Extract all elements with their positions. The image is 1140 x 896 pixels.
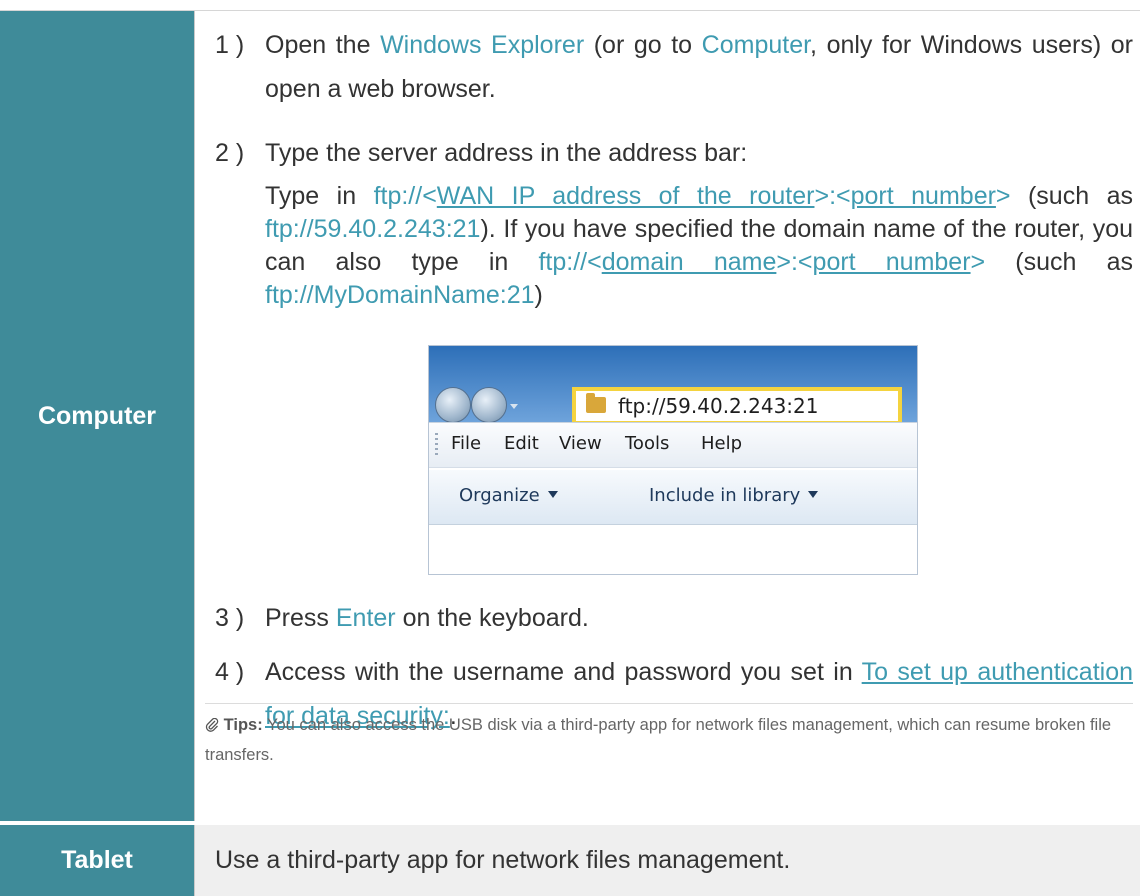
tips-note: Tips: You can also access the USB disk v… xyxy=(205,703,1133,770)
step-2-number: 2 ) xyxy=(215,139,245,167)
tablet-row: Tablet Use a third-party app for network… xyxy=(0,823,1140,896)
ftp-example-domain: ftp://MyDomainName:21 xyxy=(265,281,535,309)
wan-ip-link[interactable]: WAN IP address of the router xyxy=(437,182,815,210)
step-3-number: 3 ) xyxy=(215,604,245,632)
grip-icon xyxy=(435,433,438,457)
ftp-part: ftp://< xyxy=(538,248,602,276)
menu-tools[interactable]: Tools xyxy=(625,433,669,454)
step-3-part: on the keyboard. xyxy=(395,604,589,632)
explorer-screenshot: ftp://59.40.2.243:21 File Edit View Tool… xyxy=(428,345,918,575)
address-bar[interactable]: ftp://59.40.2.243:21 xyxy=(572,387,902,425)
tablet-label: Tablet xyxy=(0,825,194,896)
tips-label: Tips: xyxy=(223,716,263,734)
ftp-template-1: ftp://<WAN IP address of the router>:<po… xyxy=(374,182,1011,210)
back-arrow-icon[interactable] xyxy=(435,387,471,423)
step-4-number: 4 ) xyxy=(215,658,245,686)
step-2: 2 ) Type the server address in the addre… xyxy=(215,131,1133,175)
paperclip-icon xyxy=(205,718,219,732)
access-methods-table: Computer 1 ) Open the Windows Explorer (… xyxy=(0,10,1140,896)
step-1-text: Open the Windows Explorer (or go to Comp… xyxy=(265,23,1133,111)
menu-view[interactable]: View xyxy=(559,433,602,454)
detail-part: ) xyxy=(534,281,543,309)
tips-text: You can also access the USB disk via a t… xyxy=(205,716,1112,764)
folder-icon xyxy=(586,393,606,413)
history-dropdown-icon[interactable] xyxy=(510,404,518,409)
include-in-library-button[interactable]: Include in library xyxy=(649,485,819,506)
step-1-number: 1 ) xyxy=(215,31,245,59)
step-1: 1 ) Open the Windows Explorer (or go to … xyxy=(215,23,1133,111)
step-1-part: (or go to xyxy=(584,31,702,59)
dropdown-arrow-icon xyxy=(808,491,819,498)
domain-name-link[interactable]: domain name xyxy=(602,248,777,276)
step-4-part: Access with the username and password yo… xyxy=(265,658,862,686)
organize-label: Organize xyxy=(459,485,540,506)
menu-file[interactable]: File xyxy=(451,433,481,454)
ftp-part: > xyxy=(995,182,1011,210)
ftp-part: >:< xyxy=(776,248,813,276)
detail-part: (such as xyxy=(985,248,1133,276)
step-2-text: Type the server address in the address b… xyxy=(265,139,748,167)
step-1-part: Open the xyxy=(265,31,381,59)
computer-instructions: 1 ) Open the Windows Explorer (or go to … xyxy=(194,11,1140,821)
address-text: ftp://59.40.2.243:21 xyxy=(618,394,819,418)
ftp-example-ip: ftp://59.40.2.243:21 xyxy=(265,215,481,243)
ftp-part: ftp://< xyxy=(373,182,437,210)
computer-term: Computer xyxy=(701,31,811,59)
detail-part: Type in xyxy=(265,182,374,210)
ftp-part: > xyxy=(970,248,986,276)
organize-button[interactable]: Organize xyxy=(459,485,558,506)
explorer-content-area xyxy=(429,525,917,574)
step-3-text: Press Enter on the keyboard. xyxy=(265,596,1133,640)
step-3-part: Press xyxy=(265,604,336,632)
computer-label: Computer xyxy=(0,11,194,821)
command-bar: Organize Include in library xyxy=(429,470,917,525)
include-in-library-label: Include in library xyxy=(649,485,801,506)
step-2-detail: Type in ftp://<WAN IP address of the rou… xyxy=(265,180,1133,312)
ftp-part: >:< xyxy=(814,182,851,210)
explorer-title-bar: ftp://59.40.2.243:21 xyxy=(429,346,917,425)
enter-key-term: Enter xyxy=(335,604,396,632)
tablet-text: Use a third-party app for network files … xyxy=(215,846,791,874)
port-number-link-2[interactable]: port number xyxy=(813,248,971,276)
ftp-template-2: ftp://<domain name>:<port number> xyxy=(538,248,985,276)
windows-explorer-term: Windows Explorer xyxy=(380,31,585,59)
forward-arrow-icon[interactable] xyxy=(471,387,507,423)
dropdown-arrow-icon xyxy=(547,491,558,498)
tablet-instructions: Use a third-party app for network files … xyxy=(194,825,1140,896)
step-3: 3 ) Press Enter on the keyboard. xyxy=(215,596,1133,640)
menu-bar: File Edit View Tools Help xyxy=(429,422,917,468)
detail-part: (such as xyxy=(1010,182,1133,210)
menu-edit[interactable]: Edit xyxy=(504,433,539,454)
port-number-link[interactable]: port number xyxy=(851,182,996,210)
computer-row: Computer 1 ) Open the Windows Explorer (… xyxy=(0,11,1140,821)
menu-help[interactable]: Help xyxy=(701,433,742,454)
